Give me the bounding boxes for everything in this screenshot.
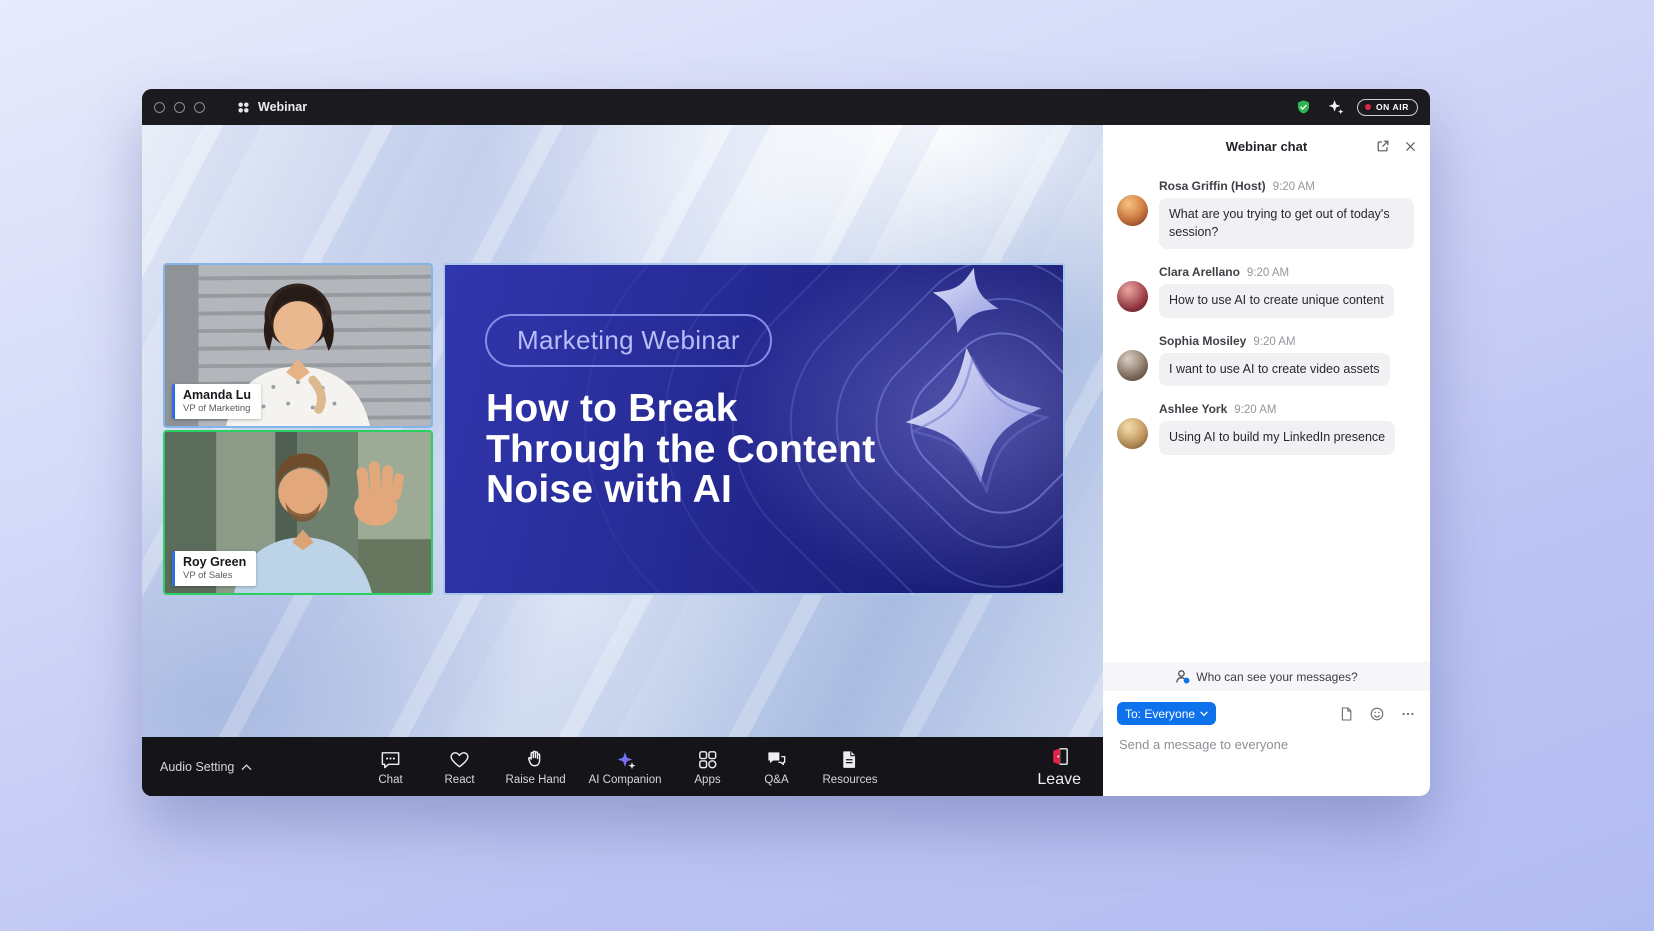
leave-label: Leave — [1037, 771, 1081, 789]
resources-button[interactable]: Resources — [823, 747, 878, 786]
slide-title-line: How to Break — [486, 389, 875, 430]
message-time: 9:20 AM — [1253, 336, 1295, 348]
window-zoom-button[interactable] — [194, 102, 205, 113]
chat-title: Webinar chat — [1226, 139, 1307, 154]
to-everyone-label: To: Everyone — [1125, 707, 1195, 721]
chat-message: Rosa Griffin (Host) 9:20 AM What are you … — [1117, 179, 1414, 249]
stage-column: Amanda Lu VP of Marketing — [142, 125, 1103, 796]
window-title-label: Webinar — [258, 100, 307, 114]
avatar — [1117, 350, 1148, 381]
message-author: Sophia Mosiley — [1159, 334, 1246, 348]
raise-hand-button[interactable]: Raise Hand — [506, 747, 566, 786]
chevron-down-icon — [1200, 711, 1208, 717]
name-tag-roy: Roy Green VP of Sales — [172, 551, 256, 586]
raise-hand-icon — [524, 747, 547, 771]
chat-label: Chat — [378, 774, 402, 786]
qa-button[interactable]: Q&A — [754, 747, 800, 786]
close-icon[interactable] — [1403, 139, 1418, 154]
attach-file-icon[interactable] — [1338, 706, 1354, 722]
message-bubble: Using AI to build my LinkedIn presence — [1159, 421, 1395, 455]
shared-screen: Marketing Webinar How to Break Through t… — [443, 263, 1065, 595]
compose-area: To: Everyone — [1103, 691, 1430, 752]
window-minimize-button[interactable] — [174, 102, 185, 113]
avatar — [1117, 195, 1148, 226]
participant-role: VP of Sales — [183, 570, 246, 582]
chat-message-input[interactable] — [1117, 725, 1416, 752]
video-tile-amanda[interactable]: Amanda Lu VP of Marketing — [163, 263, 433, 428]
audio-setting-label: Audio Setting — [160, 760, 234, 774]
titlebar: Webinar ON AIR — [142, 89, 1430, 125]
webinar-window: Webinar ON AIR — [142, 89, 1430, 796]
qa-icon — [765, 747, 788, 771]
chat-message-list[interactable]: Rosa Griffin (Host) 9:20 AM What are you … — [1103, 167, 1430, 662]
popout-icon[interactable] — [1375, 138, 1391, 154]
chat-message: Ashlee York 9:20 AM Using AI to build my … — [1117, 402, 1414, 455]
react-button[interactable]: React — [437, 747, 483, 786]
message-bubble: What are you trying to get out of today'… — [1159, 198, 1414, 249]
chat-header: Webinar chat — [1103, 125, 1430, 167]
message-time: 9:20 AM — [1273, 181, 1315, 193]
ai-companion-label: AI Companion — [589, 774, 662, 786]
chat-panel: Webinar chat — [1103, 125, 1430, 796]
meeting-toolbar: Audio Setting Chat — [142, 737, 1103, 796]
chat-panel-spacer — [1103, 752, 1430, 796]
slide-title: How to Break Through the Content Noise w… — [486, 389, 875, 511]
chat-message: Clara Arellano 9:20 AM How to use AI to c… — [1117, 265, 1414, 318]
ai-sparkle-icon[interactable] — [1325, 97, 1345, 117]
message-bubble: How to use AI to create unique content — [1159, 284, 1394, 318]
resources-icon — [838, 747, 861, 771]
ai-companion-button[interactable]: AI Companion — [589, 747, 662, 786]
toolbar-center-group: Chat React — [368, 747, 878, 786]
avatar — [1117, 281, 1148, 312]
audio-setting-button[interactable]: Audio Setting — [160, 760, 252, 774]
video-tile-roy[interactable]: Roy Green VP of Sales — [163, 430, 433, 595]
message-bubble: I want to use AI to create video assets — [1159, 353, 1390, 387]
window-title: Webinar — [236, 100, 307, 115]
apps-icon — [696, 747, 719, 771]
video-stage: Amanda Lu VP of Marketing — [142, 125, 1103, 737]
chat-message: Sophia Mosiley 9:20 AM I want to use AI t… — [1117, 334, 1414, 387]
emoji-icon[interactable] — [1369, 706, 1385, 722]
name-tag-amanda: Amanda Lu VP of Marketing — [172, 384, 261, 419]
more-options-icon[interactable] — [1400, 706, 1416, 722]
heart-icon — [448, 747, 471, 771]
leave-button[interactable]: Leave — [1037, 745, 1081, 789]
desktop: { "titlebar": { "app_title": "Webinar", … — [0, 0, 1654, 931]
avatar — [1117, 418, 1148, 449]
privacy-note[interactable]: Who can see your messages? — [1103, 662, 1430, 691]
to-everyone-selector[interactable]: To: Everyone — [1117, 702, 1216, 725]
message-author: Clara Arellano — [1159, 265, 1240, 279]
react-label: React — [445, 774, 475, 786]
chat-button[interactable]: Chat — [368, 747, 414, 786]
on-air-label: ON AIR — [1376, 102, 1409, 112]
leave-door-icon — [1048, 745, 1071, 768]
message-time: 9:20 AM — [1234, 404, 1276, 416]
raise-hand-label: Raise Hand — [506, 774, 566, 786]
apps-button[interactable]: Apps — [685, 747, 731, 786]
on-air-dot-icon — [1365, 104, 1371, 110]
person-privacy-icon — [1175, 669, 1190, 684]
message-time: 9:20 AM — [1247, 267, 1289, 279]
slide-title-line: Through the Content — [486, 430, 875, 471]
resources-label: Resources — [823, 774, 878, 786]
on-air-badge: ON AIR — [1357, 99, 1418, 116]
privacy-note-label: Who can see your messages? — [1196, 670, 1357, 684]
security-shield-icon[interactable] — [1294, 98, 1313, 117]
apps-label: Apps — [694, 774, 720, 786]
webinar-app-icon — [236, 100, 251, 115]
slide-tag: Marketing Webinar — [485, 314, 772, 367]
window-close-button[interactable] — [154, 102, 165, 113]
participant-role: VP of Marketing — [183, 403, 251, 415]
participant-name: Roy Green — [183, 555, 246, 570]
chevron-up-icon — [241, 763, 252, 771]
slide-title-line: Noise with AI — [486, 470, 875, 511]
chat-icon — [379, 747, 402, 771]
ai-companion-icon — [614, 747, 637, 771]
qa-label: Q&A — [764, 774, 788, 786]
message-author: Ashlee York — [1159, 402, 1227, 416]
participant-name: Amanda Lu — [183, 388, 251, 403]
message-author: Rosa Griffin (Host) — [1159, 179, 1266, 193]
